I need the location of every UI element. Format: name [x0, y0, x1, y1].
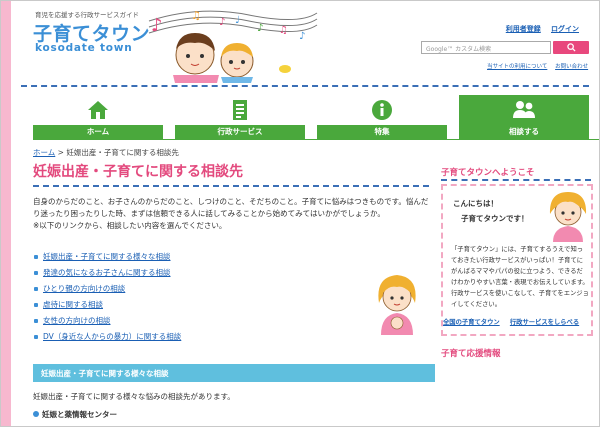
welcome-box: こんにちは！ 子育てタウンです！ 「子育てタウン」には、子育てするうえで知ってお… [441, 184, 593, 336]
document-list-icon [233, 100, 247, 120]
login-link[interactable]: ログイン [551, 25, 579, 33]
list-item: 女性の方向けの相談 [33, 315, 181, 331]
nav-home-label: ホーム [33, 125, 163, 139]
list-item: 発達の気になるお子さんに関する相談 [33, 267, 181, 283]
site-logo-roman[interactable]: kosodate town [35, 42, 133, 54]
nav-home[interactable]: ホーム [33, 95, 163, 139]
svg-text:♪: ♪ [299, 31, 305, 42]
svg-text:♫: ♫ [279, 25, 288, 36]
consult-link[interactable]: 妊娠出産・子育てに関する様々な相談 [43, 252, 171, 261]
section-text: 妊娠出産・子育てに関する様々な悩みの相談先があります。 [33, 392, 235, 401]
welcome-text: 「子育てタウン」には、子育てするうえで知っておきたい行政サービスがいっぱい！子育… [451, 246, 589, 308]
national-town-link[interactable]: 全国の子育てタウン [443, 319, 500, 326]
svg-text:♫: ♫ [191, 9, 201, 22]
section-heading: 妊娠出産・子育てに関する様々な相談 [33, 364, 435, 382]
svg-text:♪: ♪ [257, 23, 263, 34]
svg-text:♩: ♩ [235, 15, 240, 26]
nav-services-label: 行政サービス [175, 125, 305, 139]
title-divider [33, 185, 429, 187]
register-link[interactable]: 利用者登録 [506, 25, 541, 33]
welcome-greeting-2: 子育てタウンです！ [461, 214, 529, 223]
nav-features-label: 特集 [317, 125, 447, 139]
sidebar-welcome-title: 子育てタウンへようこそ [441, 168, 535, 178]
utility-links: 当サイトの利用について お問い合わせ [481, 62, 588, 70]
search-icon [566, 43, 576, 52]
account-links: 利用者登録 ログイン [498, 24, 579, 34]
page: 育児を応援する行政サービスガイド 子育てタウン kosodate town ♪ … [11, 1, 599, 426]
consult-link[interactable]: DV（身近な人からの暴力）に関する相談 [43, 332, 181, 341]
consult-link[interactable]: ひとり親の方向けの相談 [43, 284, 125, 293]
nav-services[interactable]: 行政サービス [175, 95, 305, 139]
breadcrumb-separator: > [57, 148, 64, 157]
list-item: DV（身近な人からの暴力）に関する相談 [33, 331, 181, 347]
browser-frame: 育児を応援する行政サービスガイド 子育てタウン kosodate town ♪ … [0, 0, 600, 427]
intro-paragraph: 自身のからだのこと、お子さんのからだのこと、しつけのこと、そだちのこと。子育てに… [33, 197, 429, 218]
sidebar-links: 全国の子育てタウン 行政サービスをしらべる [443, 317, 587, 326]
nav-consult[interactable]: 相談する [459, 95, 589, 139]
search-services-link[interactable]: 行政サービスをしらべる [510, 319, 579, 326]
consult-link[interactable]: 発達の気になるお子さんに関する相談 [43, 268, 171, 277]
nav-consult-label: 相談する [459, 125, 589, 139]
info-icon [372, 100, 392, 120]
house-icon [88, 101, 108, 119]
consult-link[interactable]: 虐待に関する相談 [43, 300, 103, 309]
sidebar-divider [441, 179, 591, 181]
search-input[interactable]: Google™ カスタム検索 [421, 41, 551, 54]
mother-baby-illustration [378, 275, 416, 335]
site-tagline: 育児を応援する行政サービスガイド [35, 11, 139, 19]
subsection-heading: 妊娠と薬情報センター [33, 409, 117, 420]
list-item: ひとり親の方向けの相談 [33, 283, 181, 299]
list-item: 虐待に関する相談 [33, 299, 181, 315]
kids-music-illustration: ♪ ♫ ♪ ♩ ♪ ♫ ♪ [148, 9, 318, 83]
breadcrumb-home[interactable]: ホーム [33, 148, 55, 157]
search-button[interactable] [553, 41, 589, 54]
nav-underline [33, 139, 599, 140]
svg-text:♪: ♪ [151, 15, 163, 36]
welcome-greeting: こんにちは！ [453, 199, 498, 208]
intro-text: 自身のからだのこと、お子さんのからだのこと、しつけのこと、そだちのこと。子育てに… [33, 196, 433, 232]
consult-link-list: 妊娠出産・子育てに関する様々な相談 発達の気になるお子さんに関する相談 ひとり親… [33, 251, 181, 347]
girl-illustration [549, 192, 587, 242]
main-nav: ホーム 行政サービス 特集 相談する [33, 95, 599, 139]
consult-link[interactable]: 女性の方向けの相談 [43, 316, 111, 325]
nav-features[interactable]: 特集 [317, 95, 447, 139]
svg-text:♪: ♪ [219, 17, 225, 28]
list-item: 妊娠出産・子育てに関する様々な相談 [33, 251, 181, 267]
header-divider [21, 85, 589, 87]
breadcrumb: ホーム > 妊娠出産・子育てに関する相談先 [33, 147, 179, 158]
intro-note: ※以下のリンクから、相談したい内容を選んでください。 [33, 221, 227, 230]
sidebar-support-title: 子育て応援情報 [441, 349, 501, 359]
breadcrumb-current: 妊娠出産・子育てに関する相談先 [66, 148, 179, 157]
page-title: 妊娠出産・子育てに関する相談先 [33, 164, 243, 180]
site-usage-link[interactable]: 当サイトの利用について [487, 64, 547, 70]
people-icon [513, 101, 535, 118]
left-pink-stripe [1, 1, 11, 426]
contact-link[interactable]: お問い合わせ [555, 64, 588, 70]
